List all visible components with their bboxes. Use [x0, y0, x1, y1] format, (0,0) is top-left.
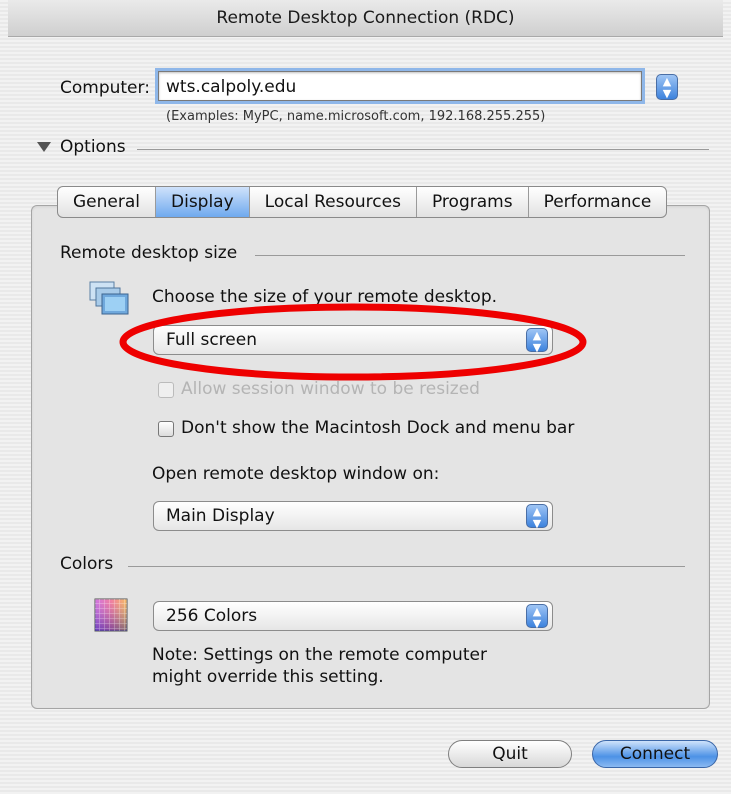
- up-down-arrows-icon: ▲ ▼: [526, 604, 548, 630]
- display-popup[interactable]: Main Display ▲ ▼: [153, 501, 553, 531]
- note-line-1: Note: Settings on the remote computer: [152, 645, 487, 665]
- computer-examples: (Examples: MyPC, name.microsoft.com, 192…: [166, 109, 546, 124]
- computer-label: Computer:: [60, 78, 150, 98]
- choose-size-text: Choose the size of your remote desktop.: [152, 287, 498, 307]
- note-line-2: might override this setting.: [152, 667, 384, 687]
- hide-dock-checkbox[interactable]: [158, 421, 174, 437]
- tab-performance[interactable]: Performance: [529, 187, 667, 217]
- display-popup-value: Main Display: [166, 506, 275, 526]
- allow-resize-checkbox[interactable]: [158, 382, 174, 398]
- color-palette-icon: [94, 598, 128, 632]
- colors-popup-value: 256 Colors: [166, 606, 258, 626]
- remote-size-heading: Remote desktop size: [60, 243, 238, 263]
- computer-history-stepper[interactable]: ▲ ▼: [656, 74, 678, 100]
- options-disclosure-icon[interactable]: [37, 142, 51, 152]
- tab-general[interactable]: General: [58, 187, 156, 217]
- computer-input[interactable]: wts.calpoly.edu: [158, 71, 642, 101]
- tab-display[interactable]: Display: [156, 187, 250, 217]
- size-popup[interactable]: Full screen ▲ ▼: [153, 325, 553, 355]
- tab-programs[interactable]: Programs: [417, 187, 529, 217]
- up-down-arrows-icon: ▲ ▼: [526, 328, 548, 354]
- allow-resize-label: Allow session window to be resized: [181, 379, 480, 399]
- rdc-window: Remote Desktop Connection (RDC) Computer…: [0, 0, 731, 794]
- up-down-arrows-icon: ▲ ▼: [526, 504, 548, 530]
- open-on-label: Open remote desktop window on:: [152, 464, 440, 484]
- tab-local-resources[interactable]: Local Resources: [250, 187, 417, 217]
- colors-divider: [128, 566, 685, 567]
- remote-size-divider: [255, 255, 685, 256]
- tab-bar: General Display Local Resources Programs…: [57, 186, 668, 218]
- connect-button[interactable]: Connect: [592, 740, 718, 768]
- up-down-arrows-icon: ▲ ▼: [662, 75, 672, 100]
- display-tab-panel: [31, 205, 710, 709]
- window-title: Remote Desktop Connection (RDC): [8, 0, 723, 37]
- colors-popup[interactable]: 256 Colors ▲ ▼: [153, 601, 553, 631]
- colors-heading: Colors: [60, 554, 114, 574]
- size-popup-value: Full screen: [166, 330, 257, 350]
- quit-button[interactable]: Quit: [448, 740, 572, 768]
- options-label[interactable]: Options: [60, 137, 126, 157]
- hide-dock-label: Don't show the Macintosh Dock and menu b…: [181, 418, 575, 438]
- options-divider: [137, 149, 709, 150]
- monitors-icon: [89, 281, 129, 315]
